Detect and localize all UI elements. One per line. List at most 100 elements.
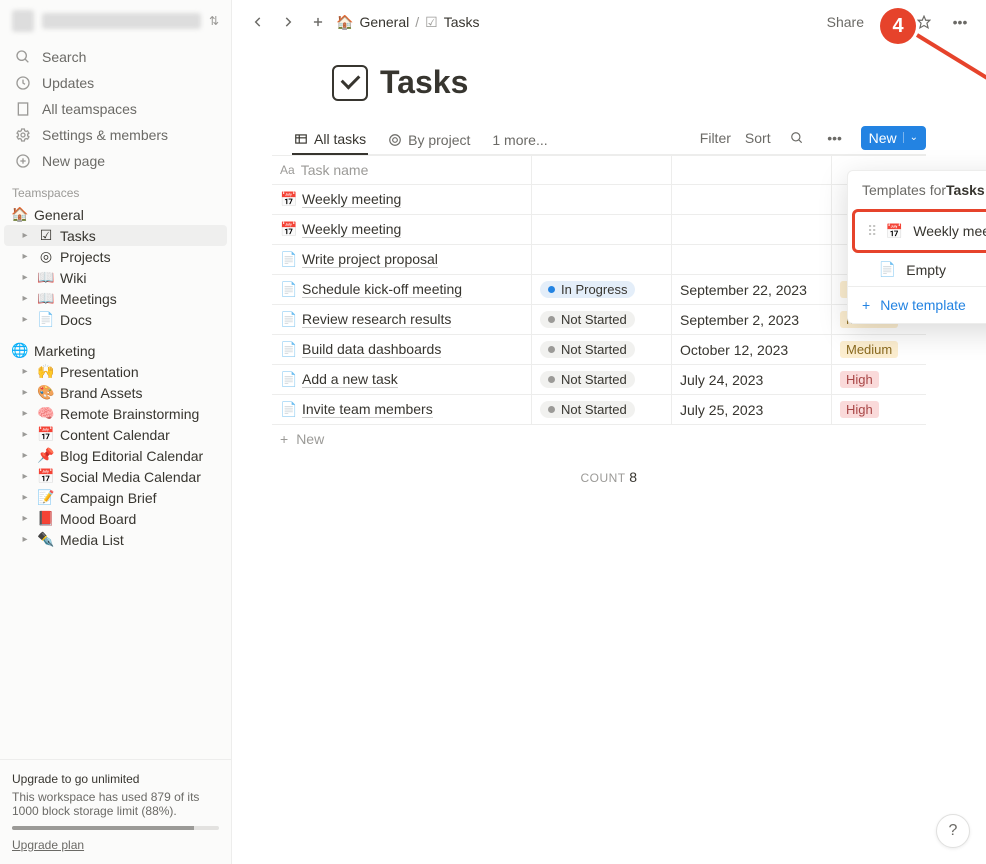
- task-name[interactable]: Weekly meeting: [302, 191, 401, 208]
- sidebar-page-item[interactable]: ▸☑Tasks: [4, 225, 227, 246]
- nav-search[interactable]: Search: [4, 44, 227, 70]
- table-row[interactable]: 📄Add a new task Not Started July 24, 202…: [272, 365, 926, 395]
- help-fab[interactable]: ?: [936, 814, 970, 848]
- column-header-date[interactable]: [672, 156, 832, 184]
- more-icon[interactable]: •••: [948, 10, 972, 34]
- view-tab-by-project[interactable]: By project: [386, 126, 472, 154]
- nav-settings[interactable]: Settings & members: [4, 122, 227, 148]
- template-item-weekly-meeting[interactable]: ⠿ 📅 Weekly meeting •••: [852, 209, 986, 253]
- nav-label: Search: [42, 49, 86, 65]
- sidebar-page-item[interactable]: ▸🙌Presentation: [4, 361, 227, 382]
- breadcrumb-page[interactable]: Tasks: [444, 14, 480, 30]
- search-icon[interactable]: [785, 126, 809, 150]
- more-icon[interactable]: •••: [823, 126, 847, 150]
- sidebar-page-item[interactable]: ▸📅Social Media Calendar: [4, 466, 227, 487]
- sidebar-page-item[interactable]: ▸📖Wiki: [4, 267, 227, 288]
- chevron-right-icon[interactable]: ▸: [18, 387, 32, 398]
- tree-label: Media List: [60, 532, 221, 548]
- chevron-right-icon[interactable]: ▸: [18, 230, 32, 241]
- template-item-empty[interactable]: ⠿ 📄 Empty DEFAULT •••: [848, 253, 986, 286]
- new-row-label: New: [296, 431, 324, 447]
- plus-circle-icon: [14, 152, 32, 170]
- sidebar-page-item[interactable]: ▸📅Content Calendar: [4, 424, 227, 445]
- sidebar-page-item[interactable]: ▸🎨Brand Assets: [4, 382, 227, 403]
- table-row[interactable]: 📄Build data dashboards Not Started Octob…: [272, 335, 926, 365]
- breadcrumb-parent[interactable]: General: [359, 14, 409, 30]
- column-label: Task name: [301, 162, 369, 178]
- share-button[interactable]: Share: [827, 14, 864, 30]
- chevron-right-icon[interactable]: ▸: [18, 366, 32, 377]
- page-emoji-icon: ◎: [36, 248, 56, 265]
- table-row[interactable]: 📄Schedule kick-off meeting In Progress S…: [272, 275, 926, 305]
- breadcrumb: 🏠 General / ☑ Tasks: [336, 14, 480, 31]
- table-row[interactable]: 📅Weekly meeting: [272, 215, 926, 245]
- status-pill: Not Started: [540, 341, 635, 358]
- chevron-right-icon[interactable]: ▸: [18, 408, 32, 419]
- chevron-right-icon[interactable]: ▸: [18, 450, 32, 461]
- chevron-right-icon[interactable]: ▸: [18, 534, 32, 545]
- task-name[interactable]: Add a new task: [302, 371, 398, 388]
- teamspace-marketing[interactable]: 🌐 Marketing: [4, 340, 227, 361]
- new-template-button[interactable]: + New template: [848, 287, 986, 323]
- back-button[interactable]: [246, 10, 270, 34]
- task-name[interactable]: Invite team members: [302, 401, 433, 418]
- new-button[interactable]: New ⌄: [861, 126, 926, 150]
- page-icon: 📄: [878, 261, 896, 278]
- sidebar-page-item[interactable]: ▸🧠Remote Brainstorming: [4, 403, 227, 424]
- view-tab-all-tasks[interactable]: All tasks: [292, 125, 368, 155]
- nav-updates[interactable]: Updates: [4, 70, 227, 96]
- task-icon: 📄: [280, 281, 296, 298]
- column-header-status[interactable]: [532, 156, 672, 184]
- nav-label: All teamspaces: [42, 101, 137, 117]
- sidebar-page-item[interactable]: ▸📖Meetings: [4, 288, 227, 309]
- sidebar-page-item[interactable]: ▸◎Projects: [4, 246, 227, 267]
- task-name[interactable]: Review research results: [302, 311, 451, 328]
- table-row[interactable]: 📅Weekly meeting: [272, 185, 926, 215]
- drag-handle-icon[interactable]: ⠿: [867, 223, 875, 240]
- task-date: September 2, 2023: [672, 305, 832, 334]
- task-name[interactable]: Write project proposal: [302, 251, 438, 268]
- task-name[interactable]: Build data dashboards: [302, 341, 441, 358]
- task-name[interactable]: Weekly meeting: [302, 221, 401, 238]
- nav-teamspaces[interactable]: All teamspaces: [4, 96, 227, 122]
- tree-label: Docs: [60, 312, 221, 328]
- table-row[interactable]: 📄Invite team members Not Started July 25…: [272, 395, 926, 425]
- sort-button[interactable]: Sort: [745, 130, 771, 146]
- view-tab-more[interactable]: 1 more...: [490, 126, 549, 154]
- table-row[interactable]: 📄Review research results Not Started Sep…: [272, 305, 926, 335]
- teamspace-general[interactable]: 🏠 General: [4, 204, 227, 225]
- forward-button[interactable]: [276, 10, 300, 34]
- page-emoji-icon: 🧠: [36, 405, 56, 422]
- chevron-right-icon[interactable]: ▸: [18, 293, 32, 304]
- chevron-right-icon[interactable]: ▸: [18, 513, 32, 524]
- filter-button[interactable]: Filter: [700, 130, 731, 146]
- task-name[interactable]: Schedule kick-off meeting: [302, 281, 462, 298]
- page-icon[interactable]: [332, 65, 368, 101]
- nav-new-page[interactable]: New page: [4, 148, 227, 174]
- sidebar-page-item[interactable]: ▸✒️Media List: [4, 529, 227, 550]
- chevron-right-icon[interactable]: ▸: [18, 251, 32, 262]
- sidebar-page-item[interactable]: ▸📝Campaign Brief: [4, 487, 227, 508]
- chevron-right-icon[interactable]: ▸: [18, 314, 32, 325]
- chevron-down-icon[interactable]: ⌄: [903, 132, 918, 143]
- sidebar-page-item[interactable]: ▸📕Mood Board: [4, 508, 227, 529]
- column-header-name[interactable]: Aa Task name: [272, 156, 532, 184]
- workspace-switcher[interactable]: ⇅: [0, 0, 231, 42]
- chevron-right-icon[interactable]: ▸: [18, 429, 32, 440]
- sidebar-page-item[interactable]: ▸📄Docs: [4, 309, 227, 330]
- view-tab-label: By project: [408, 132, 470, 148]
- chevron-right-icon[interactable]: ▸: [18, 471, 32, 482]
- table-row[interactable]: 📄 Write project proposal: [272, 245, 926, 275]
- table-icon: [294, 132, 308, 146]
- chevron-right-icon[interactable]: ▸: [18, 492, 32, 503]
- sidebar: ⇅ Search Updates All teamspaces Settings…: [0, 0, 232, 864]
- count-row: COUNT 8: [292, 453, 926, 501]
- upgrade-plan-link[interactable]: Upgrade plan: [12, 838, 219, 852]
- page-title[interactable]: Tasks: [380, 64, 468, 101]
- chevron-right-icon[interactable]: ▸: [18, 272, 32, 283]
- search-icon: [14, 48, 32, 66]
- task-icon: 📄: [280, 371, 296, 388]
- new-tab-button[interactable]: [306, 10, 330, 34]
- sidebar-page-item[interactable]: ▸📌Blog Editorial Calendar: [4, 445, 227, 466]
- new-row-button[interactable]: + New: [272, 425, 926, 453]
